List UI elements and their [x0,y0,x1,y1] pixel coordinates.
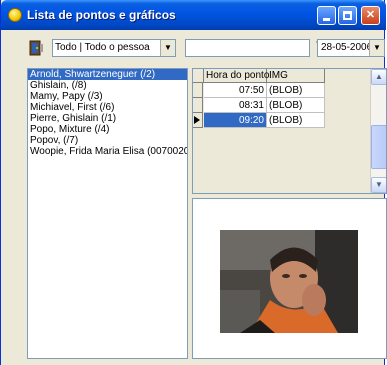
table-row[interactable]: 09:20 (BLOB) [193,113,371,128]
date-picker-value: 28-05-2006 [321,42,373,53]
image-preview-panel [192,198,387,359]
row-indicator [193,83,203,98]
scroll-thumb[interactable] [371,125,386,169]
cell-time[interactable]: 09:20 [204,113,267,128]
date-picker[interactable]: 28-05-2006 ▼ [317,39,385,57]
list-item[interactable]: Popov, (/7) [28,135,187,146]
app-icon [8,8,22,22]
list-item[interactable]: Woopie, Frida Maria Elisa (007002006 [28,146,187,157]
scroll-down-icon[interactable]: ▼ [371,177,386,193]
person-photo [220,230,358,333]
app-window: Lista de pontos e gráficos ✕ Todo | Todo… [0,0,387,365]
close-button[interactable]: ✕ [361,6,380,25]
list-item[interactable]: Ghislain, (/8) [28,80,187,91]
search-input[interactable] [185,39,310,57]
people-list[interactable]: Arnold, Shwartzeneguer (/2) Ghislain, (/8… [27,68,188,359]
maximize-button[interactable] [338,6,357,25]
cell-time[interactable]: 07:50 [204,83,267,98]
grid-scrollbar[interactable]: ▲ ▼ [370,69,386,193]
row-indicator [193,98,203,113]
list-item[interactable]: Michiavel, First (/6) [28,102,187,113]
current-row-arrow-icon [194,116,200,124]
time-records-grid[interactable]: Hora do ponto IMG 07:50 (BLOB) 08:31 (BLOB)… [192,68,387,194]
title-bar[interactable]: Lista de pontos e gráficos ✕ [1,0,386,30]
list-item[interactable]: Pierre, Ghislain (/1) [28,113,187,124]
list-item[interactable]: Mamy, Papy (/3) [28,91,187,102]
column-header-time[interactable]: Hora do ponto [204,69,269,83]
filter-dropdown-value: Todo | Todo o pessoa [55,42,150,53]
list-item[interactable]: Arnold, Shwartzeneguer (/2) [28,69,187,80]
filter-dropdown[interactable]: Todo | Todo o pessoa ▼ [52,39,176,57]
scroll-up-icon[interactable]: ▲ [371,69,386,85]
cell-img[interactable]: (BLOB) [267,83,325,98]
grid-header: Hora do ponto IMG [193,69,371,83]
exit-door-icon[interactable] [28,40,44,56]
row-indicator [193,113,203,128]
chevron-down-icon[interactable]: ▼ [369,40,384,56]
table-row[interactable]: 08:31 (BLOB) [193,98,371,113]
window-title: Lista de pontos e gráficos [27,8,176,22]
minimize-button[interactable] [317,6,336,25]
cell-img[interactable]: (BLOB) [267,98,325,113]
chevron-down-icon[interactable]: ▼ [160,40,175,56]
grid-header-indicator [193,69,204,83]
cell-img[interactable]: (BLOB) [267,113,325,128]
table-row[interactable]: 07:50 (BLOB) [193,83,371,98]
list-item[interactable]: Popo, Mixture (/4) [28,124,187,135]
cell-time[interactable]: 08:31 [204,98,267,113]
column-header-img[interactable]: IMG [267,69,325,83]
